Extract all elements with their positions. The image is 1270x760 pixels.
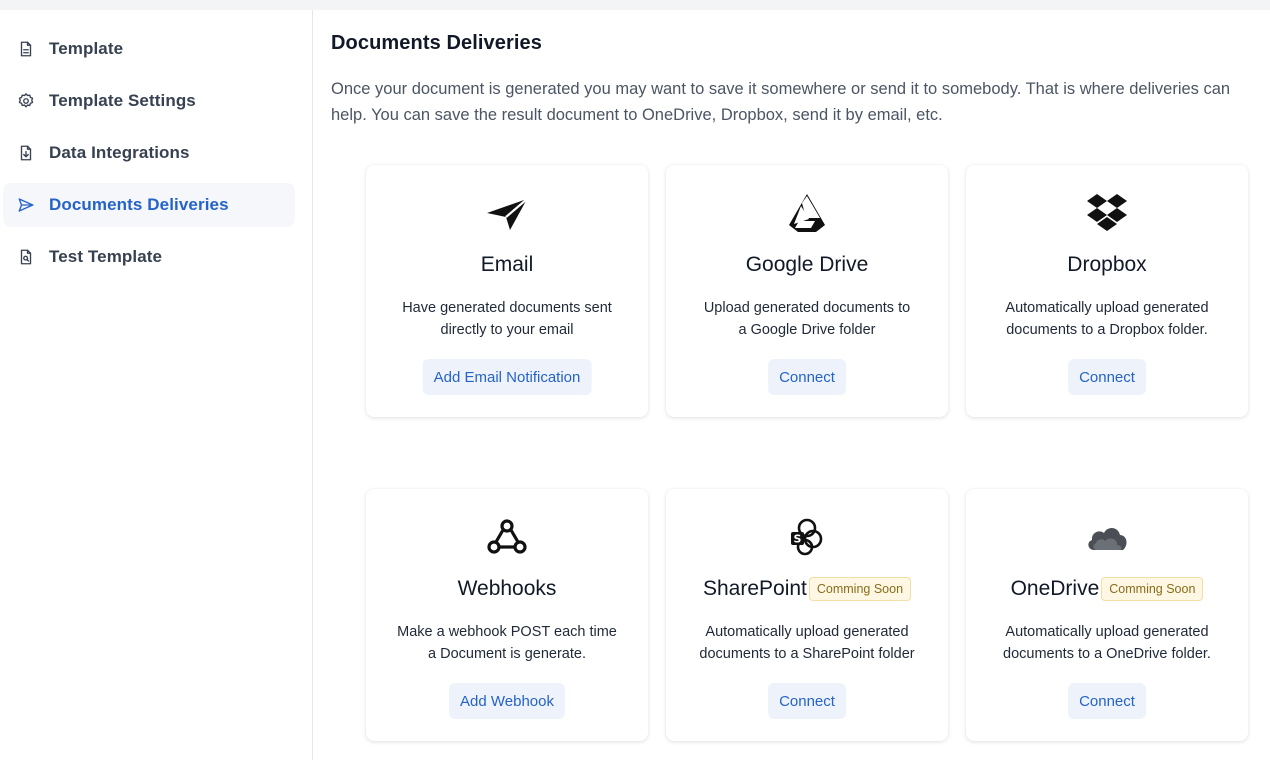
add-email-notification-button[interactable]: Add Email Notification	[422, 359, 592, 395]
delivery-card-email: Email Have generated documents sent dire…	[366, 165, 648, 417]
card-description-line: documents to a SharePoint folder	[699, 646, 915, 662]
card-title: Google Drive	[745, 253, 869, 276]
sidebar-item-documents-deliveries[interactable]: Documents Deliveries	[3, 183, 295, 227]
sidebar-item-label: Data Integrations	[49, 143, 190, 162]
card-description-line: a Google Drive folder	[738, 322, 876, 338]
card-description-line: Upload generated documents to	[703, 300, 911, 316]
main-content: Documents Deliveries Once your document …	[314, 10, 1270, 760]
card-description: Have generated documents sent directly t…	[386, 297, 628, 341]
sharepoint-icon: S	[666, 515, 948, 559]
sidebar-item-template[interactable]: Template	[3, 27, 295, 71]
sidebar-item-label: Template	[49, 39, 124, 58]
file-download-icon	[17, 144, 35, 162]
google-drive-icon	[666, 191, 948, 235]
delivery-card-dropbox: Dropbox Automatically upload generated d…	[966, 165, 1248, 417]
connect-dropbox-button[interactable]: Connect	[1068, 359, 1146, 395]
file-search-icon	[17, 248, 35, 266]
sidebar-item-data-integrations[interactable]: Data Integrations	[3, 131, 295, 175]
card-description-line: directly to your email	[440, 322, 574, 338]
card-title: SharePoint	[702, 577, 807, 600]
sidebar-item-test-template[interactable]: Test Template	[3, 235, 295, 279]
card-title: Dropbox	[1067, 253, 1147, 276]
card-description-line: Automatically upload generated	[1005, 300, 1209, 316]
connect-onedrive-button[interactable]: Connect	[1068, 683, 1146, 719]
card-description-line: Automatically upload generated	[1005, 624, 1209, 640]
sidebar-item-label: Test Template	[49, 247, 163, 266]
sidebar-item-label: Template Settings	[49, 91, 196, 110]
card-description-line: Automatically upload generated	[705, 624, 909, 640]
delivery-card-webhooks: Webhooks Make a webhook POST each time a…	[366, 489, 648, 741]
card-description: Automatically upload generated documents…	[986, 621, 1228, 665]
document-icon	[17, 40, 35, 58]
card-description: Automatically upload generated documents…	[686, 621, 928, 665]
card-description-line: a Document is generate.	[428, 646, 586, 662]
dropbox-icon	[966, 191, 1248, 235]
send-icon	[17, 196, 35, 214]
sidebar: Template Template Settings Data Integrat…	[0, 10, 313, 760]
coming-soon-badge: Comming Soon	[1101, 577, 1204, 601]
card-title: Email	[480, 253, 534, 276]
sidebar-item-template-settings[interactable]: Template Settings	[3, 79, 295, 123]
card-description-line: documents to a Dropbox folder.	[1006, 322, 1208, 338]
delivery-card-sharepoint: S SharePoint Comming Soon Automatically …	[666, 489, 948, 741]
connect-sharepoint-button[interactable]: Connect	[768, 683, 846, 719]
top-bar	[0, 0, 1270, 10]
card-description-line: Have generated documents sent	[402, 300, 612, 316]
delivery-card-onedrive: OneDrive Comming Soon Automatically uplo…	[966, 489, 1248, 741]
card-title: OneDrive	[1010, 577, 1100, 600]
page-title: Documents Deliveries	[331, 32, 542, 54]
onedrive-icon	[966, 515, 1248, 559]
card-description: Upload generated documents to a Google D…	[686, 297, 928, 341]
coming-soon-badge: Comming Soon	[808, 577, 912, 601]
connect-google-drive-button[interactable]: Connect	[768, 359, 846, 395]
page-description: Once your document is generated you may …	[331, 80, 1231, 124]
delivery-card-google-drive: Google Drive Upload generated documents …	[666, 165, 948, 417]
card-description-line: Make a webhook POST each time	[397, 624, 617, 640]
sidebar-item-label: Documents Deliveries	[49, 195, 229, 214]
card-description-line: documents to a OneDrive folder.	[1003, 646, 1211, 662]
paper-plane-icon	[366, 191, 648, 235]
card-title: Webhooks	[457, 577, 557, 600]
card-description: Make a webhook POST each time a Document…	[386, 621, 628, 665]
card-description: Automatically upload generated documents…	[986, 297, 1228, 341]
gear-icon	[17, 92, 35, 110]
webhook-icon	[366, 515, 648, 559]
svg-text:S: S	[794, 533, 802, 546]
add-webhook-button[interactable]: Add Webhook	[449, 683, 565, 719]
